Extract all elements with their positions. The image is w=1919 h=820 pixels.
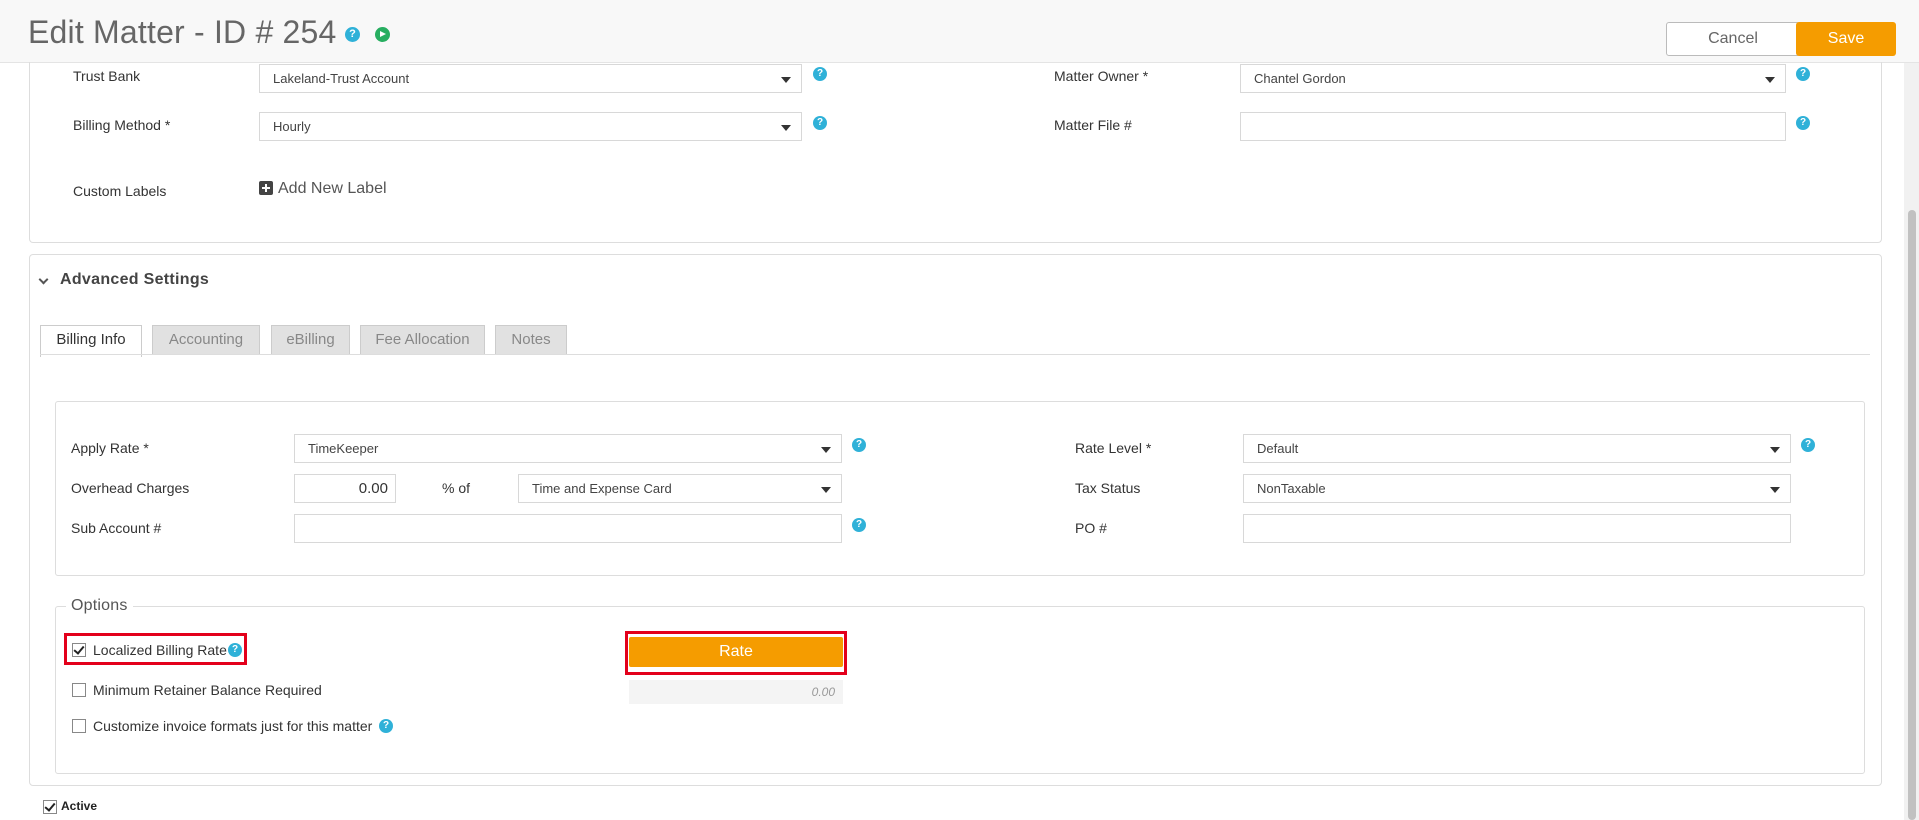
- sub-account-label: Sub Account #: [71, 520, 162, 536]
- chevron-down-icon: [1765, 77, 1775, 83]
- po-input[interactable]: [1243, 514, 1791, 543]
- min-retainer-checkbox[interactable]: [72, 683, 86, 697]
- overhead-charges-label: Overhead Charges: [71, 480, 190, 496]
- tax-status-label: Tax Status: [1075, 480, 1141, 496]
- help-icon[interactable]: ?: [852, 518, 866, 532]
- help-icon[interactable]: ?: [1796, 67, 1810, 81]
- add-new-label-link[interactable]: Add New Label: [278, 180, 387, 198]
- custom-labels-label: Custom Labels: [73, 183, 167, 199]
- overhead-basis-value: Time and Expense Card: [532, 481, 672, 496]
- help-icon[interactable]: ?: [813, 67, 827, 81]
- active-label: Active: [61, 799, 98, 813]
- help-icon[interactable]: ?: [345, 27, 360, 42]
- help-icon[interactable]: ?: [379, 719, 393, 733]
- overhead-charges-input[interactable]: 0.00: [294, 474, 396, 503]
- help-icon[interactable]: ?: [852, 438, 866, 452]
- save-button[interactable]: Save: [1796, 22, 1896, 56]
- help-icon[interactable]: ?: [1796, 116, 1810, 130]
- customize-invoice-checkbox[interactable]: [72, 719, 86, 733]
- play-video-icon[interactable]: [375, 27, 390, 42]
- matter-owner-label: Matter Owner *: [1054, 68, 1149, 84]
- overhead-basis-select[interactable]: Time and Expense Card: [518, 474, 842, 503]
- chevron-down-icon: [821, 447, 831, 453]
- tax-status-select[interactable]: NonTaxable: [1243, 474, 1791, 503]
- min-retainer-label: Minimum Retainer Balance Required: [93, 682, 322, 698]
- rate-button[interactable]: Rate: [629, 637, 843, 667]
- apply-rate-label: Apply Rate *: [71, 440, 149, 456]
- rate-level-label: Rate Level *: [1075, 440, 1152, 456]
- sub-account-input[interactable]: [294, 514, 842, 543]
- customize-invoice-label: Customize invoice formats just for this …: [93, 718, 373, 734]
- page-title: Edit Matter - ID # 254: [28, 14, 337, 50]
- apply-rate-value: TimeKeeper: [308, 441, 379, 456]
- rate-level-select[interactable]: Default: [1243, 434, 1791, 463]
- matter-file-label: Matter File #: [1054, 117, 1132, 133]
- options-legend: Options: [66, 597, 133, 615]
- matter-file-input[interactable]: [1240, 112, 1786, 141]
- apply-rate-select[interactable]: TimeKeeper: [294, 434, 842, 463]
- matter-owner-select[interactable]: Chantel Gordon: [1240, 64, 1786, 93]
- help-icon[interactable]: ?: [813, 116, 827, 130]
- help-icon[interactable]: ?: [228, 643, 242, 657]
- localized-billing-rate-label: Localized Billing Rate: [93, 642, 227, 658]
- active-checkbox[interactable]: [43, 800, 57, 814]
- po-label: PO #: [1075, 520, 1107, 536]
- rate-level-value: Default: [1257, 441, 1299, 456]
- percent-of-label: % of: [442, 480, 471, 496]
- tab-billing-info[interactable]: Billing Info: [40, 325, 142, 357]
- chevron-down-icon: [821, 487, 831, 493]
- plus-square-icon[interactable]: [259, 181, 273, 195]
- cancel-button[interactable]: Cancel: [1666, 22, 1800, 56]
- help-icon[interactable]: ?: [1801, 438, 1815, 452]
- trust-bank-select[interactable]: Lakeland-Trust Account: [259, 64, 802, 93]
- scrollbar-thumb[interactable]: [1908, 210, 1916, 820]
- tab-accounting[interactable]: Accounting: [152, 325, 260, 355]
- tab-ebilling[interactable]: eBilling: [271, 325, 350, 355]
- chevron-down-icon: [781, 125, 791, 131]
- min-retainer-value[interactable]: 0.00: [629, 680, 843, 704]
- billing-method-value: Hourly: [273, 119, 311, 134]
- options-fieldset: [55, 606, 1865, 774]
- chevron-down-icon: [1770, 447, 1780, 453]
- trust-bank-value: Lakeland-Trust Account: [273, 71, 410, 86]
- matter-owner-value: Chantel Gordon: [1254, 71, 1346, 86]
- tab-fee-allocation[interactable]: Fee Allocation: [360, 325, 485, 355]
- tab-divider: [40, 354, 1870, 355]
- chevron-down-icon: [781, 77, 791, 83]
- localized-billing-rate-checkbox[interactable]: [72, 643, 86, 657]
- tab-notes[interactable]: Notes: [495, 325, 567, 355]
- billing-method-label: Billing Method *: [73, 117, 171, 133]
- billing-method-select[interactable]: Hourly: [259, 112, 802, 141]
- advanced-settings-title[interactable]: Advanced Settings: [60, 271, 209, 289]
- chevron-down-icon: [1770, 487, 1780, 493]
- trust-bank-label: Trust Bank: [73, 68, 141, 84]
- tax-status-value: NonTaxable: [1257, 481, 1326, 496]
